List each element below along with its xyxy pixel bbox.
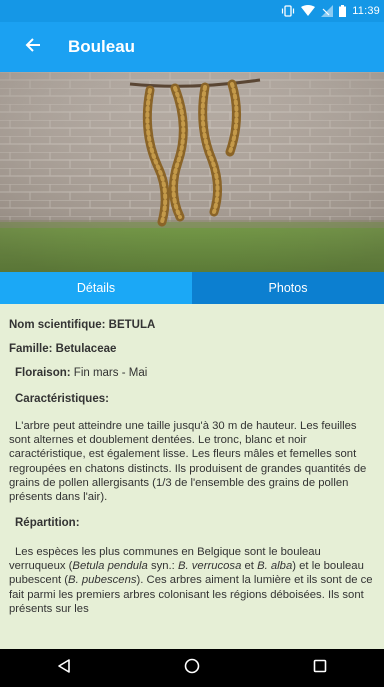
distribution-text-part: syn.: [147, 560, 178, 573]
characteristics-title: Caractéristiques: [15, 393, 109, 405]
vibrate-icon [281, 5, 295, 17]
recents-square-icon [312, 658, 328, 679]
home-circle-icon [184, 658, 200, 679]
nav-home-button[interactable] [162, 649, 222, 687]
family-name: Famille: Betulaceae [9, 343, 117, 355]
distribution-species: B. alba [257, 560, 293, 573]
flowering-value: Fin mars - Mai [70, 367, 148, 379]
system-nav-bar [0, 649, 384, 687]
characteristics-text: L'arbre peut atteindre une taille jusqu'… [9, 420, 367, 504]
distribution-text-part: et [241, 560, 258, 573]
distribution-title: Répartition: [15, 517, 80, 529]
page-title: Bouleau [68, 37, 136, 56]
flowering-row: Floraison: Fin mars - Mai [15, 367, 147, 379]
scientific-name: Nom scientifique: BETULA [9, 319, 156, 331]
wifi-icon [301, 5, 316, 17]
tab-bar: Détails Photos [0, 272, 384, 304]
status-bar: 11:39 [0, 0, 384, 22]
distribution-text: Les espèces les plus communes en Belgiqu… [9, 545, 377, 616]
nav-back-button[interactable] [34, 649, 94, 687]
nav-recents-button[interactable] [290, 649, 350, 687]
battery-icon [339, 5, 347, 17]
status-time: 11:39 [352, 5, 380, 17]
flowering-label: Floraison: [15, 367, 71, 379]
back-arrow-icon [25, 37, 41, 58]
details-content[interactable]: Nom scientifique: BETULA Famille: Betula… [0, 304, 384, 649]
tab-photos[interactable]: Photos [192, 272, 384, 304]
back-button[interactable] [8, 22, 58, 72]
app-screen: 11:39 Bouleau Détails Photos Nom scienti… [0, 0, 384, 687]
app-bar: Bouleau [0, 22, 384, 72]
signal-icon [321, 5, 334, 17]
hero-image [0, 72, 384, 272]
tab-details[interactable]: Détails [0, 272, 192, 304]
distribution-species: B. pubescens [68, 574, 137, 587]
distribution-species: Betula pendula [72, 560, 148, 573]
back-triangle-icon [56, 658, 72, 679]
distribution-species: B. verrucosa [177, 560, 242, 573]
